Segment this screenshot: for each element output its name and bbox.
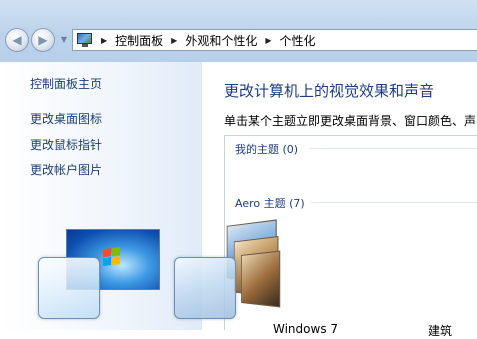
forward-arrow-icon: ▶: [38, 33, 48, 47]
group-divider: [309, 148, 477, 149]
chevron-down-icon: ▼: [60, 35, 68, 44]
page-description: 单击某个主题立即更改桌面背景、窗口颜色、声: [224, 114, 477, 128]
theme-windows7-color-swatch[interactable]: [38, 257, 100, 319]
breadcrumb-control-panel[interactable]: 控制面板: [115, 32, 163, 49]
breadcrumb-appearance[interactable]: 外观和个性化: [185, 32, 257, 49]
title-bar: ◀ ▶ ▼ ▶ 控制面板 ▶ 外观和个性化 ▶ 个性化: [0, 0, 477, 62]
theme-architecture-color-swatch[interactable]: [174, 257, 236, 319]
sidebar-item-control-panel-home[interactable]: 控制面板主页: [30, 75, 102, 92]
recent-pages-dropdown[interactable]: ▼: [59, 34, 69, 46]
back-arrow-icon: ◀: [12, 33, 22, 47]
breadcrumb-separator-icon[interactable]: ▶: [101, 36, 107, 45]
forward-button[interactable]: ▶: [31, 28, 55, 52]
sidebar-item-mouse-pointers[interactable]: 更改鼠标指针: [30, 136, 102, 153]
sidebar-item-desktop-icons[interactable]: 更改桌面图标: [30, 110, 102, 127]
theme-windows7-label[interactable]: Windows 7: [273, 322, 338, 336]
theme-architecture-label[interactable]: 建筑: [428, 322, 452, 339]
breadcrumb-separator-icon[interactable]: ▶: [265, 36, 271, 45]
group-divider: [311, 202, 477, 203]
breadcrumb-personalization[interactable]: 个性化: [280, 32, 316, 49]
sidebar-item-account-picture[interactable]: 更改帐户图片: [30, 161, 102, 178]
back-button[interactable]: ◀: [5, 28, 29, 52]
breadcrumb-separator-icon[interactable]: ▶: [171, 36, 177, 45]
address-bar[interactable]: ▶ 控制面板 ▶ 外观和个性化 ▶ 个性化: [72, 29, 477, 51]
group-my-themes: 我的主题 (0): [235, 143, 299, 156]
group-aero-themes: Aero 主题 (7): [235, 197, 305, 210]
page-title: 更改计算机上的视觉效果和声音: [224, 82, 435, 100]
windows-logo-icon: [103, 247, 121, 267]
control-panel-icon: [77, 33, 93, 47]
